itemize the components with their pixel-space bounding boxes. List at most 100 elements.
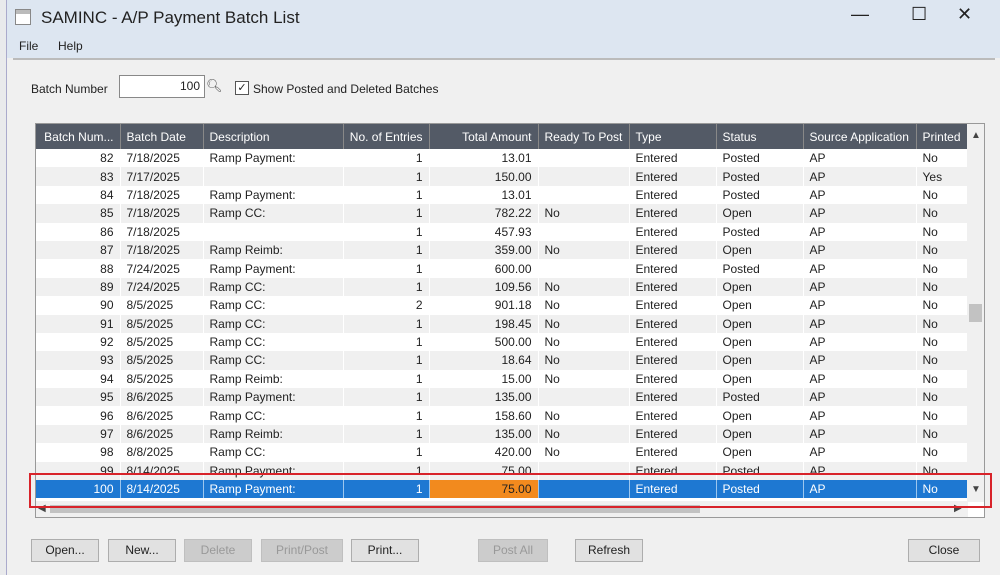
table-row[interactable]: 94 8/5/2025 Ramp Reimb: 1 15.00 No Entered Open… [36,370,968,388]
table-cell [203,223,343,241]
table-cell: No [538,240,629,260]
column-header[interactable]: No. of Entries [343,124,430,149]
menu-help[interactable]: Help [58,39,83,53]
table-row[interactable]: 84 7/18/2025 Ramp Payment: 1 13.01 Entered Pos… [36,186,968,204]
column-header[interactable]: Total Amount [429,124,539,149]
vertical-scrollbar[interactable]: ▲ ▼ [967,124,984,502]
table-row[interactable]: 88 7/24/2025 Ramp Payment: 1 600.00 Entered Po… [36,259,968,277]
table-cell: Ramp CC: [209,408,266,423]
table-cell: 7/24/2025 [120,277,203,297]
table-cell: No [916,388,968,407]
column-header[interactable]: Printed [916,124,969,149]
column-header[interactable]: Type [629,124,717,149]
menu-file[interactable]: File [19,39,38,53]
table-cell: No [538,424,629,444]
table-row[interactable]: 85 7/18/2025 Ramp CC: 1 782.22 No Entered Open A… [36,204,968,223]
table-cell: 13.01 [501,187,532,202]
close-button[interactable]: Close [908,539,980,562]
column-header[interactable]: Source Application [803,124,917,149]
new-button[interactable]: New... [108,539,176,562]
window-title: SAMINC - A/P Payment Batch List [41,8,300,27]
table-cell [538,480,630,499]
batch-grid: Batch Num... Batch Date Description No. of … [35,123,985,518]
table-row[interactable]: 96 8/6/2025 Ramp CC: 1 158.60 No Entered Open AP… [36,406,968,424]
table-row[interactable]: 83 7/17/2025 1 150.00 Entered Posted AP Yes [36,167,968,186]
table-cell: No [544,445,560,460]
open-button[interactable]: Open... [31,539,99,562]
table-cell: Ramp Payment: [203,388,343,407]
show-posted-checkbox[interactable]: ✓ [235,81,249,95]
table-cell: 91 [36,314,120,333]
column-header[interactable]: Status [716,124,804,149]
table-cell: No [916,277,968,297]
column-header[interactable]: Batch Date [120,124,204,149]
table-cell: AP [803,480,917,499]
table-row[interactable]: 93 8/5/2025 Ramp CC: 1 18.64 No Entered Open AP N… [36,351,968,370]
payment-batch-list-window: SAMINC - A/P Payment Batch List — ☐ ✕ Fi… [6,0,1000,575]
table-row[interactable]: 92 8/5/2025 Ramp CC: 1 500.00 No Entered Open AP… [36,333,968,351]
table-row[interactable]: 89 7/24/2025 Ramp CC: 1 109.56 No Entered Open A… [36,277,968,297]
table-cell: Posted [722,151,760,166]
horizontal-scroll-thumb[interactable] [50,505,700,513]
table-cell: 75.00 [429,461,538,481]
table-cell: Open [722,445,752,460]
table-cell: 1 [415,408,423,423]
table-row[interactable]: 91 8/5/2025 Ramp CC: 1 198.45 No Entered Open AP… [36,314,968,333]
column-header[interactable]: Batch Num... [36,124,121,149]
vertical-scroll-thumb[interactable] [969,304,982,322]
table-cell: 600.00 [494,261,532,276]
minimize-button[interactable]: — [851,4,869,25]
table-cell: No [922,408,938,423]
table-cell [538,186,629,204]
table-cell: Ramp Payment: [203,461,343,481]
table-cell: 8/6/2025 [126,408,174,423]
horizontal-scrollbar[interactable]: ◀ ▶ [36,501,968,517]
table-cell: AP [809,187,826,202]
table-row[interactable]: 82 7/18/2025 Ramp Payment: 1 13.01 Entered Pos… [36,149,968,167]
table-cell: Entered [629,167,716,186]
table-row[interactable]: 95 8/6/2025 Ramp Payment: 1 135.00 Entered Pos… [36,388,968,407]
table-cell: Ramp CC: [203,277,343,297]
table-cell: 98 [100,445,114,460]
table-row[interactable]: 86 7/18/2025 1 457.93 Entered Posted AP No [36,223,968,241]
refresh-button[interactable]: Refresh [575,539,643,562]
table-cell: 75.00 [429,480,539,499]
table-cell: 13.01 [501,151,532,166]
table-row[interactable]: 87 7/18/2025 Ramp Reimb: 1 359.00 No Entered Op… [36,240,968,260]
table-row[interactable]: 90 8/5/2025 Ramp CC: 2 901.18 No Entered Open AP… [36,296,968,314]
table-cell: 1 [343,240,429,260]
scroll-up-icon[interactable]: ▲ [971,130,981,141]
close-window-button[interactable]: ✕ [957,4,972,25]
scroll-left-icon[interactable]: ◀ [38,503,46,514]
table-cell [203,167,343,186]
print-button[interactable]: Print... [351,539,419,562]
table-cell: No [922,298,938,313]
table-cell: Open [716,314,803,333]
post-all-button: Post All [478,539,548,562]
scroll-right-icon[interactable]: ▶ [954,503,962,514]
search-icon[interactable]: 🔍︎ [206,78,223,94]
column-header[interactable]: Description [203,124,344,149]
table-cell: 90 [100,298,114,313]
table-cell: 96 [100,408,114,423]
table-cell: 89 [36,277,120,297]
table-cell: AP [803,388,916,407]
table-cell: 1 [343,388,429,407]
table-cell: 85 [36,204,120,223]
table-cell: No [922,445,938,460]
table-cell: 1 [415,335,423,350]
table-cell: 7/24/2025 [126,261,180,276]
table-row[interactable]: 99 8/14/2025 Ramp Payment: 1 75.00 Entered Pos… [36,461,968,481]
batch-number-input[interactable]: 100 [119,75,205,98]
table-cell [538,149,629,167]
table-cell: Open [722,335,752,350]
table-row[interactable]: 100 8/14/2025 Ramp Payment: 1 75.00 Entered Po… [36,480,969,499]
scroll-down-icon[interactable]: ▼ [971,484,981,495]
table-cell: Open [716,240,803,260]
column-header[interactable]: Ready To Post [538,124,630,149]
table-cell: Posted [722,224,760,239]
show-posted-label[interactable]: Show Posted and Deleted Batches [253,82,438,96]
table-row[interactable]: 97 8/6/2025 Ramp Reimb: 1 135.00 No Entered Ope… [36,424,968,444]
table-row[interactable]: 98 8/8/2025 Ramp CC: 1 420.00 No Entered Open AP… [36,443,968,461]
maximize-button[interactable]: ☐ [911,4,927,25]
